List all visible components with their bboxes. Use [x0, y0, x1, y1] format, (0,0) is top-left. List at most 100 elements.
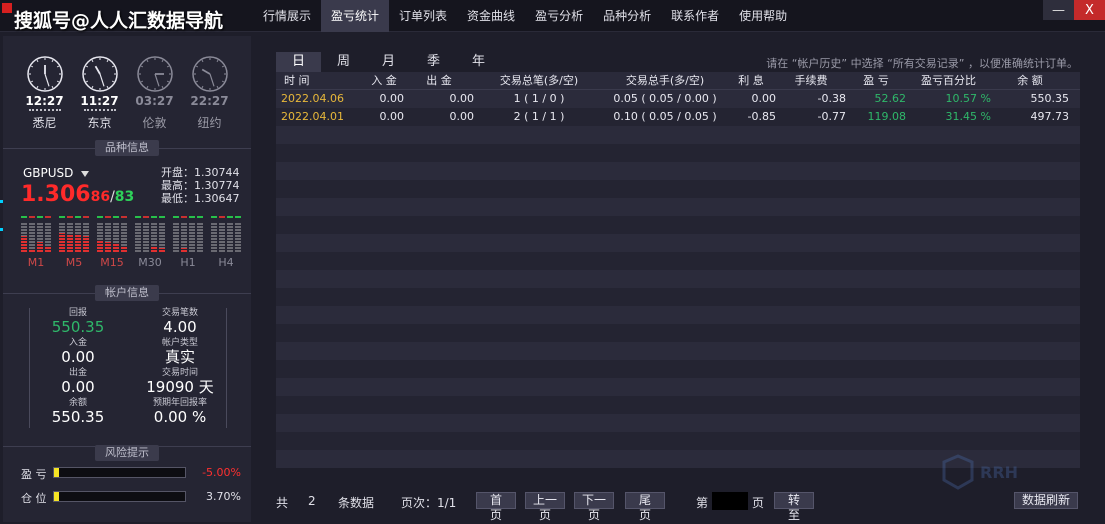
header-pl[interactable]: 盈 亏	[846, 72, 906, 90]
tab-4[interactable]: 年	[456, 52, 501, 72]
period-tabs: 日周月季年	[276, 52, 501, 72]
timeframe-label: M15	[100, 256, 124, 269]
timeframe-label: M5	[65, 256, 83, 269]
clock-1: 11:27 东京	[78, 56, 122, 138]
account-label: 出金	[68, 368, 87, 378]
timeframe-m1[interactable]: M1	[21, 216, 51, 269]
bar-column	[219, 222, 225, 252]
cell-trade-lots: 0.10 ( 0.05 / 0.05 )	[613, 110, 717, 123]
clock-dots	[139, 109, 171, 112]
cell-balance: 497.73	[1030, 110, 1070, 123]
brand-watermark: RRH	[942, 454, 1018, 490]
clock-city: 悉尼	[32, 116, 57, 130]
timeframe-m15[interactable]: M15	[97, 216, 127, 269]
close-button[interactable]: X	[1074, 0, 1105, 20]
cell-withdraw: 0.00	[449, 92, 475, 105]
cell-trade-count: 1 ( 1 / 0 )	[513, 92, 565, 105]
menu-item-6[interactable]: 联系作者	[661, 0, 729, 32]
table-row-empty	[276, 306, 1080, 324]
bar-column	[211, 222, 217, 252]
clock-icon	[191, 56, 228, 92]
bar-column	[105, 222, 111, 252]
first-page-button[interactable]: 首 页	[476, 492, 516, 522]
menu-item-7[interactable]: 使用帮助	[729, 0, 797, 32]
table-row-empty	[276, 252, 1080, 270]
timeframe-m5[interactable]: M5	[59, 216, 89, 269]
table-row[interactable]: 2022.04.06 0.00 0.00 1 ( 1 / 0 ) 0.05 ( 0.05…	[276, 90, 1080, 108]
symbol-selector[interactable]: GBPUSD	[23, 166, 90, 180]
tab-2[interactable]: 月	[366, 52, 411, 72]
menu-item-2[interactable]: 订单列表	[389, 0, 457, 32]
bar-column	[21, 222, 27, 252]
account-label: 交易笔数	[161, 308, 198, 318]
account-value: 0.00	[61, 378, 95, 396]
tab-0[interactable]: 日	[276, 52, 321, 72]
menu-item-4[interactable]: 盈亏分析	[525, 0, 593, 32]
account-value: 550.35	[51, 318, 105, 336]
account-left-0: 回报 550.35	[30, 308, 126, 337]
account-value: 真实	[164, 348, 195, 366]
timeframe-h1[interactable]: H1	[173, 216, 203, 269]
risk-value: 3.70%	[206, 490, 241, 503]
next-page-button[interactable]: 下一页	[574, 492, 614, 522]
table-row-empty	[276, 126, 1080, 144]
prev-page-button[interactable]: 上一页	[525, 492, 565, 522]
cell-pl-percent: 31.45 %	[945, 110, 991, 123]
clock-dots	[83, 109, 116, 112]
bar-column	[67, 222, 73, 252]
bar-column	[83, 222, 89, 252]
header-deposit[interactable]: 入 金	[364, 72, 404, 90]
header-time[interactable]: 时 间	[276, 72, 364, 90]
tab-3[interactable]: 季	[411, 52, 456, 72]
timeframe-m30[interactable]: M30	[135, 216, 165, 269]
header-trade-count[interactable]: 交易总笔(多/空)	[474, 72, 604, 90]
timeframe-label: H4	[218, 256, 234, 269]
bar-top-indicator	[21, 216, 51, 218]
menu-item-1[interactable]: 盈亏统计	[321, 0, 390, 32]
menu-item-0[interactable]: 行情展示	[253, 0, 321, 32]
header-fee[interactable]: 手续费	[776, 72, 846, 90]
bar-columns	[21, 222, 51, 252]
header-trade-lots[interactable]: 交易总手(多/空)	[604, 72, 726, 90]
bar-column	[151, 222, 157, 252]
header-interest[interactable]: 利 息	[726, 72, 776, 90]
account-left-1: 入金 0.00	[30, 338, 126, 367]
bar-top-indicator	[59, 216, 89, 218]
account-right-3: 预期年回报率 0.00 %	[132, 398, 228, 427]
table-row-empty	[276, 378, 1080, 396]
timeframe-strength-bars: M1 M5 M15 M30 H1 H4	[21, 216, 241, 269]
menu-item-5[interactable]: 品种分析	[593, 0, 661, 32]
risk-row-1: 仓 位 3.70%	[21, 490, 241, 505]
bar-column	[189, 222, 195, 252]
clock-3: 22:27 纽约	[188, 56, 232, 138]
minimize-button[interactable]: —	[1043, 0, 1074, 20]
page-indicator: 页次：1/1	[401, 496, 457, 510]
price-ask: 83	[114, 189, 135, 205]
refresh-button[interactable]: 数据刷新	[1014, 492, 1078, 509]
hint-text: 请在 “帐户历史” 中选择 “所有交易记录” ，以便准确统计订单。	[766, 57, 1078, 70]
cell-withdraw: 0.00	[449, 110, 475, 123]
total-count: 2	[308, 494, 316, 508]
marker	[0, 200, 3, 203]
tab-1[interactable]: 周	[321, 52, 366, 72]
header-balance[interactable]: 余 额	[991, 72, 1077, 90]
clock-time: 22:27	[190, 94, 229, 108]
menu-item-3[interactable]: 资金曲线	[457, 0, 525, 32]
last-page-button[interactable]: 尾 页	[625, 492, 665, 522]
bar-top-indicator	[135, 216, 165, 218]
header-withdraw[interactable]: 出 金	[404, 72, 474, 90]
account-info: 回报 550.35 入金 0.00 出金 0.00 余额 550.35 交易笔数 4.0…	[29, 308, 227, 428]
table-row-empty	[276, 396, 1080, 414]
header-pl-percent[interactable]: 盈亏百分比	[906, 72, 991, 90]
table-row[interactable]: 2022.04.01 0.00 0.00 2 ( 1 / 1 ) 0.10 ( 0.05…	[276, 108, 1080, 126]
goto-page-input[interactable]	[712, 492, 748, 510]
symbol-name: GBPUSD	[23, 166, 74, 180]
account-left-3: 余额 550.35	[30, 398, 126, 427]
timeframe-h4[interactable]: H4	[211, 216, 241, 269]
goto-button[interactable]: 转 至	[774, 492, 814, 522]
main-panel: 日周月季年 请在 “帐户历史” 中选择 “所有交易记录” ，以便准确统计订单。 …	[264, 36, 1102, 522]
account-label: 回报	[68, 308, 87, 318]
clock-icon	[81, 56, 118, 92]
risk-progress-bar	[53, 491, 186, 502]
bar-column	[181, 222, 187, 252]
